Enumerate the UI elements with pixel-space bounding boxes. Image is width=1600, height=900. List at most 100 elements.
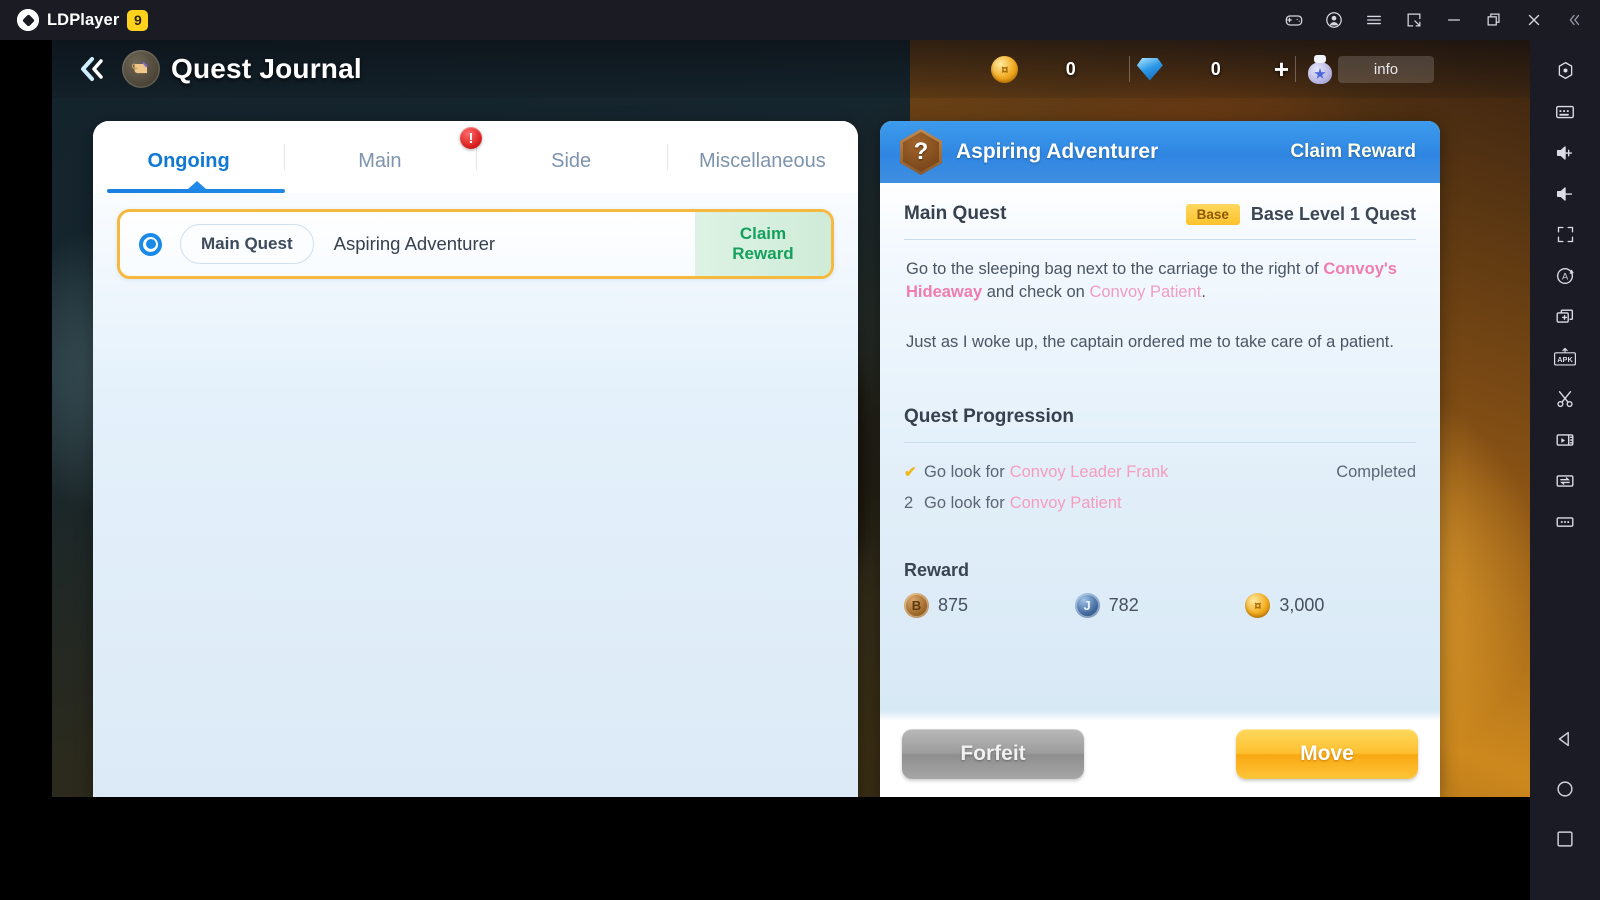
progression-status: Completed	[1336, 463, 1416, 482]
gem-group: 0 +	[1136, 55, 1289, 83]
ldplayer-window: LDPlayer 9 Quest Journal ¤ 0 0 + info On…	[0, 0, 1600, 900]
quest-list-panel: Ongoing Main Side Miscellaneous ! Main Q…	[93, 121, 858, 797]
android-back-icon[interactable]	[1542, 714, 1588, 764]
emulator-screen: iDs L e Quest Journal ¤	[52, 40, 1530, 797]
svg-text:APK: APK	[1557, 354, 1573, 363]
gold-coin-icon: ¤	[1245, 593, 1271, 619]
tab-active-caret	[188, 181, 206, 189]
volume-down-icon[interactable]	[1542, 173, 1588, 214]
more-icon[interactable]	[1542, 501, 1588, 542]
detail-title: Aspiring Adventurer	[956, 140, 1159, 163]
coin-value: 0	[1065, 58, 1076, 79]
description-paragraph-2: Just as I woke up, the captain ordered m…	[906, 332, 1394, 351]
keyboard-icon[interactable]	[1542, 91, 1588, 132]
reward-value: 782	[1108, 595, 1139, 616]
location-icon[interactable]	[1542, 50, 1588, 91]
base-badge: Base	[1185, 203, 1240, 225]
volume-up-icon[interactable]	[1542, 132, 1588, 173]
progression-target: Convoy Patient	[1009, 493, 1122, 512]
auto-rotate-icon[interactable]: A	[1542, 255, 1588, 296]
minimize-icon[interactable]	[1434, 0, 1474, 40]
progression-item: ✔ Go look for Convoy Leader Frank Comple…	[904, 457, 1416, 488]
currency-divider-1	[1128, 56, 1130, 82]
progression-check-icon: ✔	[904, 463, 917, 481]
recorder-icon[interactable]	[1542, 419, 1588, 460]
apk-install-icon[interactable]: APK	[1542, 337, 1588, 378]
svg-text:A: A	[1562, 271, 1569, 281]
quest-marker-glyph: ?	[913, 138, 929, 165]
android-recents-icon[interactable]	[1542, 814, 1588, 864]
screen-left-letterbox	[0, 40, 52, 797]
progression-text: Go look for	[924, 463, 1005, 482]
multi-instance-icon[interactable]	[1542, 296, 1588, 337]
pouch-icon[interactable]	[1306, 54, 1334, 84]
reward-title: Reward	[904, 560, 970, 581]
tab-side[interactable]: Side	[475, 121, 667, 193]
reward-value: 875	[938, 595, 969, 616]
reward-item: B 875	[904, 593, 1075, 619]
detail-body: Main Quest Base Base Level 1 Quest Go to…	[880, 183, 1440, 711]
scroll-icon	[122, 50, 160, 88]
progression-list: ✔ Go look for Convoy Leader Frank Comple…	[904, 443, 1416, 518]
android-home-icon[interactable]	[1542, 764, 1588, 814]
quest-detail-panel: ? Aspiring Adventurer Claim Reward Main …	[880, 121, 1440, 797]
claim-line-1: Claim	[739, 223, 787, 243]
description-paragraph-1: Go to the sleeping bag next to the carri…	[906, 258, 1414, 305]
new-window-icon[interactable]	[1394, 0, 1434, 40]
coin-icon: ¤	[991, 55, 1019, 83]
forfeit-button[interactable]: Forfeit	[902, 729, 1084, 779]
screen-bottom-letterbox	[0, 797, 1530, 900]
reward-item: ¤ 3,000	[1245, 593, 1416, 619]
claim-line-2: Reward	[732, 244, 794, 263]
reward-row: B 875 J 782 ¤ 3,000	[904, 593, 1416, 619]
app-brand: LDPlayer 9	[17, 9, 149, 31]
app-name: LDPlayer	[47, 10, 120, 29]
fullscreen-icon[interactable]	[1542, 214, 1588, 255]
back-button[interactable]	[74, 51, 110, 87]
quest-type-tag: Main Quest	[180, 224, 314, 264]
game-header: Quest Journal ¤ 0 0 + info	[52, 40, 1530, 98]
page-title: Quest Journal	[171, 53, 362, 84]
ldplayer-logo-icon	[17, 9, 39, 31]
quest-selected-radio[interactable]	[139, 232, 162, 256]
scissors-icon[interactable]	[1542, 378, 1588, 419]
quest-name-label: Aspiring Adventurer	[333, 233, 496, 254]
quest-marker-icon: ?	[900, 129, 942, 175]
base-level-label: Base Level 1 Quest	[1250, 203, 1416, 224]
emulator-toolbar: A APK	[1530, 40, 1600, 900]
desc-link-patient[interactable]: Convoy Patient	[1089, 283, 1201, 301]
reward-item: J 782	[1074, 593, 1246, 619]
claim-reward-button[interactable]: Claim Reward	[695, 212, 831, 276]
maximize-icon[interactable]	[1474, 0, 1514, 40]
info-button[interactable]: info	[1338, 55, 1434, 83]
quest-list-item[interactable]: Main Quest Aspiring Adventurer Claim Rew…	[117, 209, 834, 279]
bronze-medal-icon: B	[904, 593, 929, 619]
progression-target: Convoy Leader Frank	[1009, 463, 1169, 482]
detail-quest-type: Main Quest	[904, 203, 1007, 224]
quest-rows: Main Quest Aspiring Adventurer Claim Rew…	[93, 193, 858, 279]
close-icon[interactable]	[1514, 0, 1554, 40]
tab-alert-badge: !	[460, 127, 482, 149]
add-gem-button[interactable]: +	[1274, 56, 1289, 82]
gamepad-icon[interactable]	[1274, 0, 1314, 40]
blue-medal-icon: J	[1074, 593, 1100, 619]
move-button[interactable]: Move	[1236, 729, 1418, 779]
tab-active-underline	[107, 189, 285, 193]
quest-tabs: Ongoing Main Side Miscellaneous !	[93, 121, 858, 193]
currency-divider-2	[1295, 56, 1296, 82]
shared-folder-icon[interactable]	[1542, 460, 1588, 501]
collapse-icon[interactable]	[1554, 0, 1594, 40]
detail-header: ? Aspiring Adventurer Claim Reward	[880, 121, 1440, 183]
window-controls	[1274, 0, 1600, 40]
account-icon[interactable]	[1314, 0, 1354, 40]
quest-progression-title: Quest Progression	[904, 406, 1074, 428]
coin-group: ¤ 0	[991, 55, 1123, 83]
tab-miscellaneous[interactable]: Miscellaneous	[666, 121, 858, 193]
detail-footer: Forfeit Move	[880, 711, 1440, 797]
detail-claim-reward-button[interactable]: Claim Reward	[1290, 141, 1416, 163]
tab-main[interactable]: Main	[284, 121, 475, 193]
menu-icon[interactable]	[1354, 0, 1394, 40]
desc-text-c: .	[1201, 283, 1206, 302]
desc-text-b: and check on	[982, 283, 1090, 302]
progression-step-number: 2	[904, 493, 914, 512]
